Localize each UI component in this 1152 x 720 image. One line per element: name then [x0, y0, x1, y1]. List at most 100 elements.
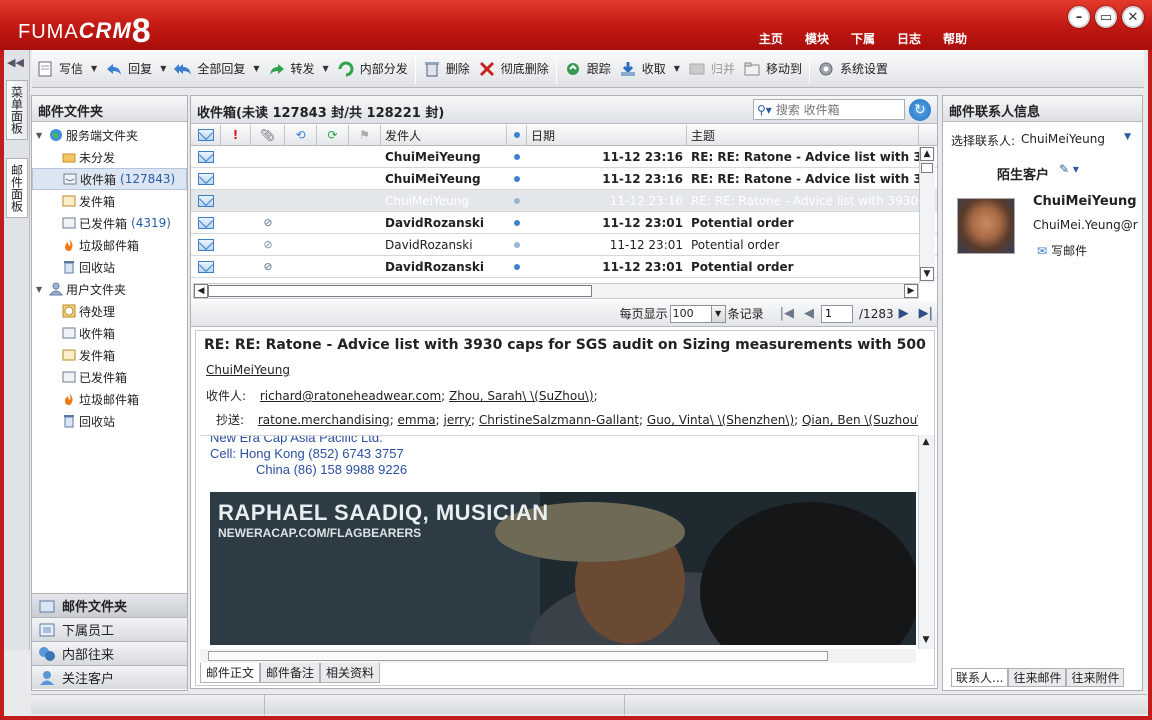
col-date[interactable]: 日期	[527, 125, 687, 145]
status-icon	[507, 212, 527, 233]
internal-dispatch-button[interactable]: 内部分发	[333, 54, 412, 84]
receive-button[interactable]: 收取 ▼	[615, 54, 684, 84]
cc-recipient[interactable]: emma	[398, 413, 436, 427]
reply-all-button[interactable]: 全部回复 ▼	[170, 54, 263, 84]
tab-mail-body[interactable]: 邮件正文	[200, 663, 261, 683]
tab-related[interactable]: 相关资料	[320, 663, 381, 683]
mail-body-hscroll[interactable]	[200, 649, 916, 663]
nav-subordinate-staff[interactable]: 下属员工	[32, 617, 187, 641]
nav-modules[interactable]: 模块	[805, 30, 829, 47]
prev-page-icon[interactable]: ◀	[804, 306, 814, 321]
nav-internal[interactable]: 内部往来	[32, 641, 187, 665]
col-flag-icon[interactable]: ⚑	[349, 125, 381, 145]
forward-button[interactable]: 转发 ▼	[264, 54, 333, 84]
folder-user-spam[interactable]: 垃圾邮件箱	[32, 388, 187, 410]
reply-button[interactable]: 回复 ▼	[101, 54, 170, 84]
col-forward-icon[interactable]: ⟳	[317, 125, 349, 145]
tab-mail-history[interactable]: 往来邮件	[1008, 668, 1067, 687]
scroll-right-icon[interactable]: ▶	[904, 284, 918, 298]
col-reply-icon[interactable]: ⟲	[285, 125, 317, 145]
folder-sent[interactable]: 已发件箱 (4319)	[32, 212, 187, 234]
folder-user-outbox[interactable]: 发件箱	[32, 344, 187, 366]
move-to-button[interactable]: 移动到	[739, 54, 806, 84]
contact-select[interactable]: ChuiMeiYeung ▼	[1021, 132, 1131, 146]
trash-icon	[62, 260, 76, 274]
folder-spam[interactable]: 垃圾邮件箱	[32, 234, 187, 256]
edit-icon[interactable]: ✎ ▾	[1059, 162, 1079, 176]
next-page-icon[interactable]: ▶	[899, 306, 909, 321]
write-button[interactable]: 写信 ▼	[32, 54, 101, 84]
search-icon[interactable]: ⚲▾	[757, 103, 772, 117]
table-row[interactable]: ⊘ DavidRozanski 11-12 23:01 Potential order	[191, 234, 937, 256]
col-priority-icon[interactable]: !	[221, 125, 251, 145]
table-row[interactable]: ⊘ DavidRozanski 11-12 23:01 Potential order	[191, 212, 937, 234]
scroll-down-icon[interactable]: ▼	[920, 267, 934, 281]
scroll-left-icon[interactable]: ◀	[194, 284, 208, 298]
cc-recipient[interactable]: Guo, Vinta\ \(Shenzhen\)	[647, 413, 794, 427]
scroll-up-icon[interactable]: ▲	[919, 435, 933, 449]
folder-inbox[interactable]: 收件箱 (127843)	[32, 168, 187, 190]
close-icon[interactable]: ✕	[1122, 6, 1144, 28]
search-input[interactable]	[775, 102, 888, 117]
purge-button[interactable]: 彻底删除	[474, 54, 553, 84]
folder-user-trash[interactable]: 回收站	[32, 410, 187, 432]
refresh-icon[interactable]: ↻	[909, 99, 931, 121]
table-row[interactable]: ⊘ DavidRozanski 11-12 23:01 Potential order	[191, 256, 937, 278]
folder-outbox[interactable]: 发件箱	[32, 190, 187, 212]
maximize-icon[interactable]: ▭	[1095, 6, 1117, 28]
page-input[interactable]	[821, 304, 854, 323]
per-page-select[interactable]: 100 ▼	[669, 304, 726, 323]
contact-photo	[957, 198, 1015, 254]
nav-followed-customers[interactable]: 关注客户	[32, 665, 187, 689]
scroll-down-icon[interactable]: ▼	[919, 633, 933, 647]
col-attachment-icon[interactable]: 📎︎	[251, 125, 285, 145]
tab-attachment-history[interactable]: 往来附件	[1066, 668, 1125, 687]
folder-undistributed[interactable]: 未分发	[32, 146, 187, 168]
sender-link[interactable]: ChuiMeiYeung	[206, 363, 290, 377]
nav-log[interactable]: 日志	[897, 30, 921, 47]
nav-home[interactable]: 主页	[759, 30, 783, 47]
table-row[interactable]: ChuiMeiYeung 11-12 23:16 RE: RE: Ratone - …	[191, 146, 937, 168]
cc-recipient[interactable]: ratone.merchandising	[258, 413, 390, 427]
tab-mail-notes[interactable]: 邮件备注	[260, 663, 321, 683]
nav-subordinates[interactable]: 下属	[851, 30, 875, 47]
col-subject[interactable]: 主题	[687, 125, 919, 145]
tab-contact[interactable]: 联系人...	[951, 668, 1009, 687]
first-page-icon[interactable]: |◀	[780, 306, 794, 321]
mail-list-vscroll[interactable]: ▲ ▼	[919, 147, 935, 283]
col-envelope-icon[interactable]	[191, 125, 221, 145]
archive-button[interactable]: 归并	[684, 54, 739, 84]
track-button[interactable]: 跟踪	[560, 54, 615, 84]
minimize-icon[interactable]: –	[1068, 6, 1090, 28]
tree-node-server[interactable]: ▼ 服务端文件夹	[32, 124, 187, 146]
cc-recipient[interactable]: Qian, Ben \(Suzhou\)	[802, 413, 918, 427]
folder-user-sent[interactable]: 已发件箱	[32, 366, 187, 388]
expand-icon[interactable]: ▼	[36, 285, 46, 294]
nav-mail-folders[interactable]: 邮件文件夹	[32, 593, 187, 617]
col-from[interactable]: 发件人	[381, 125, 507, 145]
tab-menu-panel[interactable]: 菜单面板	[6, 80, 28, 140]
tab-mail-panel[interactable]: 邮件面板	[6, 158, 28, 218]
to-recipient[interactable]: richard@ratoneheadwear.com	[260, 389, 441, 403]
tree-node-user[interactable]: ▼ 用户文件夹	[32, 278, 187, 300]
settings-button[interactable]: 系统设置	[813, 54, 892, 84]
folder-trash[interactable]: 回收站	[32, 256, 187, 278]
mail-body-vscroll[interactable]: ▲ ▼	[918, 435, 934, 649]
mail-list-hscroll[interactable]: ◀ ▶	[193, 283, 919, 299]
write-mail-link[interactable]: ✉ 写邮件	[1037, 242, 1087, 259]
table-row[interactable]: ChuiMeiYeung 11-12 23:16 RE: RE: Ratone - …	[191, 168, 937, 190]
table-row[interactable]: ChuiMeiYeung 11-12 23:16 RE: RE: Ratone - …	[191, 190, 937, 212]
to-recipient[interactable]: Zhou, Sarah\ \(SuZhou\)	[449, 389, 594, 403]
folder-user-inbox[interactable]: 收件箱	[32, 322, 187, 344]
delete-button[interactable]: 删除	[419, 54, 474, 84]
collapse-icon[interactable]: ◀◀	[7, 56, 24, 69]
col-status-icon[interactable]	[507, 125, 527, 145]
cc-recipient[interactable]: jerry	[444, 413, 471, 427]
folder-pending[interactable]: 待处理	[32, 300, 187, 322]
expand-icon[interactable]: ▼	[36, 131, 46, 140]
last-page-icon[interactable]: ▶|	[919, 306, 933, 321]
receive-icon	[619, 60, 637, 78]
scroll-up-icon[interactable]: ▲	[920, 147, 934, 161]
cc-recipient[interactable]: ChristineSalzmann-Gallant	[479, 413, 639, 427]
nav-help[interactable]: 帮助	[943, 30, 967, 47]
